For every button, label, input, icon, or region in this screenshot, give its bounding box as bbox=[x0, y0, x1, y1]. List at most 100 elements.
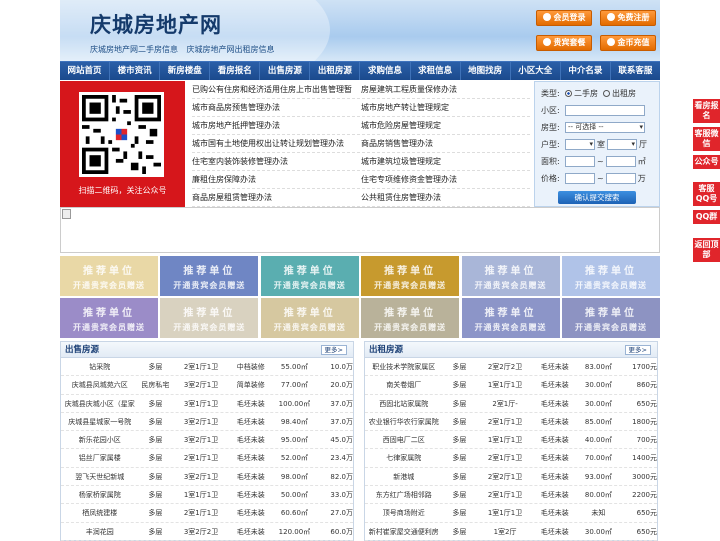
recommend-card[interactable]: 推荐单位 开通贵宾会员赠送 bbox=[561, 256, 660, 296]
rental-link[interactable]: 庆城房地产网出租房信息 bbox=[187, 45, 275, 54]
listing-name-link[interactable]: 钻采院 bbox=[61, 358, 138, 375]
sale-more-link[interactable]: 更多> bbox=[320, 345, 347, 355]
nav-for-rent[interactable]: 出租房源 bbox=[310, 62, 361, 80]
policy-link[interactable]: 住宅专项维修资金管理办法 bbox=[361, 171, 530, 188]
nav-new-homes[interactable]: 新房楼盘 bbox=[160, 62, 211, 80]
recommend-card[interactable]: 推荐单位 开通贵宾会员赠送 bbox=[260, 298, 359, 338]
member-login-button[interactable]: 会员登录 bbox=[536, 10, 592, 26]
policy-link[interactable]: 城市建筑垃圾管理规定 bbox=[361, 153, 530, 170]
policy-link[interactable]: 廉租住房保障办法 bbox=[192, 171, 361, 188]
float-qq-service[interactable]: 客服QQ号 bbox=[693, 182, 720, 206]
policy-link[interactable]: 城市房地产抵押管理办法 bbox=[192, 117, 361, 134]
radio-secondhand[interactable]: 二手房 bbox=[565, 88, 598, 99]
table-row[interactable]: 庆城县庆城小区（星家 多层 3室1厅1卫 毛坯未装 100.00㎡ 37.0万 bbox=[61, 395, 353, 413]
policy-link[interactable]: 住宅室内装饰装修管理办法 bbox=[192, 153, 361, 170]
float-official-account[interactable]: 公众号 bbox=[693, 155, 720, 169]
table-row[interactable]: 顶号商场附近 多层 1室1厅1卫 毛坯未装 未知 650元 bbox=[365, 504, 657, 523]
listing-name-link[interactable]: 西固北站家属院 bbox=[365, 395, 442, 412]
nav-news[interactable]: 楼市资讯 bbox=[110, 62, 161, 80]
listing-name-link[interactable]: 新乐花园小区 bbox=[61, 431, 138, 448]
coin-recharge-button[interactable]: 金币充值 bbox=[600, 35, 656, 51]
secondhand-link[interactable]: 庆城房地产网二手房信息 bbox=[90, 45, 178, 54]
nav-communities[interactable]: 小区大全 bbox=[511, 62, 561, 80]
listing-name-link[interactable]: 翌飞天世纪新城 bbox=[61, 468, 138, 485]
float-viewing-signup[interactable]: 看房报名 bbox=[693, 99, 720, 123]
nav-home[interactable]: 网站首页 bbox=[60, 62, 111, 80]
table-row[interactable]: 农业银行华农行家属院 多层 2室1厅1卫 毛坯未装 85.00㎡ 1800元 bbox=[365, 413, 657, 432]
house-type-select[interactable]: -- 可选择 -- bbox=[565, 122, 645, 133]
listing-name-link[interactable]: 庆城县凤城苑六区 bbox=[61, 376, 138, 393]
area-max-input[interactable] bbox=[605, 156, 636, 167]
ad-banner[interactable] bbox=[60, 207, 660, 253]
listing-name-link[interactable]: 农业银行华农行家属院 bbox=[365, 413, 442, 430]
listing-name-link[interactable]: 七律家属院 bbox=[365, 449, 442, 466]
listing-name-link[interactable]: 庆城县星城家一号院 bbox=[61, 413, 138, 430]
community-input[interactable] bbox=[565, 105, 645, 116]
recommend-card[interactable]: 推荐单位 开通贵宾会员赠送 bbox=[60, 256, 158, 296]
vip-package-button[interactable]: 贵宾套餐 bbox=[536, 35, 592, 51]
policy-link[interactable]: 城市房地产转让管理规定 bbox=[361, 99, 530, 116]
nav-for-sale[interactable]: 出售房源 bbox=[260, 62, 311, 80]
policy-link[interactable]: 房屋建筑工程质量保修办法 bbox=[361, 81, 530, 98]
recommend-card[interactable]: 推荐单位 开通贵宾会员赠送 bbox=[461, 298, 560, 338]
table-row[interactable]: 翌飞天世纪新城 多层 3室2厅1卫 毛坯未装 98.00㎡ 82.0万 bbox=[61, 468, 353, 487]
nav-contact[interactable]: 联系客服 bbox=[611, 62, 660, 80]
table-row[interactable]: 新港城 多层 2室2厅1卫 毛坯未装 93.00㎡ 3000元 bbox=[365, 468, 657, 487]
recommend-card[interactable]: 推荐单位 开通贵宾会员赠送 bbox=[160, 256, 259, 296]
table-row[interactable]: 职业技术学院家属区 多层 2室2厅2卫 毛坯未装 83.00㎡ 1700元 bbox=[365, 358, 657, 377]
nav-agents[interactable]: 中介名录 bbox=[561, 62, 611, 80]
table-row[interactable]: 庆城县凤城苑六区 民房私宅 3室2厅1卫 简单装修 77.00㎡ 20.0万 bbox=[61, 376, 353, 395]
site-logo[interactable]: 庆城房地产网 bbox=[90, 9, 222, 39]
recommend-card[interactable]: 推荐单位 开通贵宾会员赠送 bbox=[361, 256, 460, 296]
policy-link[interactable]: 公共租赁住房管理办法 bbox=[361, 189, 530, 206]
float-back-to-top[interactable]: 返回顶部 bbox=[693, 238, 720, 262]
table-row[interactable]: 栖凤统建楼 多层 2室1厅1卫 毛坯未装 60.60㎡ 27.0万 bbox=[61, 504, 353, 523]
recommend-card[interactable]: 推荐单位 开通贵宾会员赠送 bbox=[461, 256, 560, 296]
listing-name-link[interactable]: 栖凤统建楼 bbox=[61, 504, 138, 521]
table-row[interactable]: 新乐花园小区 多层 3室2厅1卫 毛坯未装 95.00㎡ 45.0万 bbox=[61, 431, 353, 450]
listing-name-link[interactable]: 西固电厂二区 bbox=[365, 431, 442, 448]
recommend-card[interactable]: 推荐单位 开通贵宾会员赠送 bbox=[260, 256, 359, 296]
recommend-card[interactable]: 推荐单位 开通贵宾会员赠送 bbox=[561, 298, 660, 338]
policy-link[interactable]: 商品房销售管理办法 bbox=[361, 135, 530, 152]
listing-name-link[interactable]: 南关卷烟厂 bbox=[365, 376, 442, 393]
policy-link[interactable]: 城市危险房屋管理规定 bbox=[361, 117, 530, 134]
table-row[interactable]: 西固北站家属院 多层 2室1厅- 毛坯未装 30.00㎡ 650元 bbox=[365, 395, 657, 413]
table-row[interactable]: 西固电厂二区 多层 1室1厅1卫 毛坯未装 40.00㎡ 700元 bbox=[365, 431, 657, 450]
listing-name-link[interactable]: 庆城县庆城小区（星家 bbox=[61, 395, 138, 412]
policy-link[interactable]: 已购公有住房和经济适用住房上市出售管理暂 bbox=[192, 81, 361, 98]
nav-viewing-signup[interactable]: 看房报名 bbox=[210, 62, 261, 80]
nav-map-search[interactable]: 地图找房 bbox=[461, 62, 511, 80]
nav-want-buy[interactable]: 求购信息 bbox=[360, 62, 411, 80]
price-min-input[interactable] bbox=[565, 173, 595, 184]
area-min-input[interactable] bbox=[565, 156, 595, 167]
policy-link[interactable]: 城市商品房预售管理办法 bbox=[192, 99, 361, 116]
table-row[interactable]: 杨家桥家属院 多层 1室1厅1卫 毛坯未装 50.00㎡ 33.0万 bbox=[61, 486, 353, 505]
listing-name-link[interactable]: 铝丝厂家属楼 bbox=[61, 449, 138, 466]
recommend-card[interactable]: 推荐单位 开通贵宾会员赠送 bbox=[361, 298, 460, 338]
recommend-card[interactable]: 推荐单位 开通贵宾会员赠送 bbox=[160, 298, 259, 338]
table-row[interactable]: 钻采院 多层 2室1厅1卫 中档装修 55.00㎡ 10.0万 bbox=[61, 358, 353, 377]
table-row[interactable]: 七律家属院 多层 2室1厅1卫 毛坯未装 70.00㎡ 1400元 bbox=[365, 449, 657, 468]
listing-name-link[interactable]: 职业技术学院家属区 bbox=[365, 358, 442, 375]
float-qq-group[interactable]: QQ群 bbox=[693, 210, 720, 224]
search-submit-button[interactable]: 确认提交搜索 bbox=[558, 191, 636, 204]
float-wechat-service[interactable]: 客服微信 bbox=[693, 127, 720, 151]
room-select[interactable] bbox=[565, 139, 595, 150]
table-row[interactable]: 庆城县星城家一号院 多层 3室2厅1卫 毛坯未装 98.40㎡ 37.0万 bbox=[61, 413, 353, 432]
listing-name-link[interactable]: 顶号商场附近 bbox=[365, 504, 442, 521]
table-row[interactable]: 铝丝厂家属楼 多层 2室1厅1卫 毛坯未装 52.00㎡ 23.4万 bbox=[61, 449, 353, 468]
price-max-input[interactable] bbox=[605, 173, 636, 184]
table-row[interactable]: 东方红广场相邻路 多层 2室1厅1卫 毛坯未装 80.00㎡ 2200元 bbox=[365, 486, 657, 505]
nav-want-rent[interactable]: 求租信息 bbox=[411, 62, 461, 80]
table-row[interactable]: 新村崔家屋交通便利房 多层 1室2厅 毛坯未装 30.00㎡ 650元 bbox=[365, 523, 657, 541]
rent-more-link[interactable]: 更多> bbox=[624, 345, 651, 355]
hall-select[interactable] bbox=[607, 139, 637, 150]
listing-name-link[interactable]: 新村崔家屋交通便利房 bbox=[365, 523, 442, 540]
table-row[interactable]: 丰润花园 多层 3室2厅2卫 毛坯未装 120.00㎡ 60.0万 bbox=[61, 523, 353, 541]
listing-name-link[interactable]: 杨家桥家属院 bbox=[61, 486, 138, 503]
recommend-card[interactable]: 推荐单位 开通贵宾会员赠送 bbox=[60, 298, 158, 338]
table-row[interactable]: 南关卷烟厂 多层 1室1厅1卫 毛坯未装 30.00㎡ 860元 bbox=[365, 376, 657, 395]
listing-name-link[interactable]: 丰润花园 bbox=[61, 523, 138, 540]
free-register-button[interactable]: 免费注册 bbox=[600, 10, 656, 26]
